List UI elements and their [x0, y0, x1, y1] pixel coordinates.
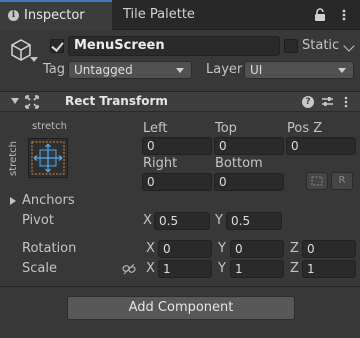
- scale-x-input[interactable]: 1: [158, 260, 212, 278]
- pivot-y-input[interactable]: 0.5: [226, 212, 282, 230]
- tab-inspector[interactable]: i Inspector: [0, 0, 112, 30]
- component-menu-icon[interactable]: [340, 95, 352, 109]
- more-options-icon[interactable]: [337, 8, 351, 22]
- pivot-label: Pivot: [22, 213, 54, 228]
- anchor-vertical-label: stretch: [8, 141, 19, 176]
- layer-dropdown[interactable]: UI: [244, 61, 354, 79]
- constrain-proportions-link-icon[interactable]: [122, 263, 136, 275]
- anchors-foldout-icon[interactable]: [10, 197, 16, 205]
- static-checkbox[interactable]: [284, 39, 298, 53]
- top-label: Top: [215, 121, 237, 136]
- scale-z-label: Z: [290, 261, 299, 276]
- help-icon[interactable]: ?: [302, 96, 314, 108]
- blueprint-mode-button[interactable]: [306, 172, 328, 190]
- add-component-button[interactable]: Add Component: [67, 296, 295, 320]
- rotation-x-input[interactable]: 0: [158, 240, 212, 258]
- chevron-down-icon: [176, 68, 184, 73]
- anchor-horizontal-label: stretch: [32, 121, 67, 132]
- scale-y-label: Y: [218, 261, 226, 276]
- rotation-y-label: Y: [218, 241, 226, 256]
- gameobject-cube-icon[interactable]: [10, 38, 32, 62]
- tab-inspector-label: Inspector: [24, 8, 85, 23]
- right-label: Right: [143, 156, 178, 171]
- rotation-y-input[interactable]: 0: [230, 240, 284, 258]
- layer-value: UI: [250, 63, 263, 77]
- raw-edit-button[interactable]: R: [331, 172, 353, 190]
- foldout-caret-icon[interactable]: [11, 98, 19, 104]
- icon-dropdown-caret[interactable]: [30, 57, 38, 62]
- dashed-rect-icon: [311, 176, 323, 186]
- info-icon: i: [8, 10, 19, 21]
- tag-value: Untagged: [74, 63, 133, 77]
- scale-z-input[interactable]: 1: [302, 260, 356, 278]
- anchors-label[interactable]: Anchors: [22, 193, 75, 208]
- tab-tile-palette[interactable]: Tile Palette: [123, 7, 195, 22]
- anchor-presets-button[interactable]: [28, 138, 68, 178]
- tag-dropdown[interactable]: Untagged: [68, 61, 192, 79]
- preset-sliders-icon[interactable]: [321, 95, 334, 108]
- tag-label: Tag: [43, 62, 66, 77]
- static-label: Static: [302, 38, 340, 53]
- posz-label: Pos Z: [287, 121, 323, 136]
- component-title: Rect Transform: [65, 94, 168, 108]
- bottom-label: Bottom: [215, 156, 263, 171]
- pivot-x-input[interactable]: 0.5: [154, 212, 210, 230]
- scale-x-label: X: [146, 261, 155, 276]
- scale-y-input[interactable]: 1: [230, 260, 284, 278]
- rotation-z-input[interactable]: 0: [302, 240, 356, 258]
- pivot-x-label: X: [143, 213, 152, 228]
- rect-transform-icon: [25, 95, 39, 109]
- bottom-input[interactable]: 0: [214, 173, 284, 191]
- posz-input[interactable]: 0: [286, 137, 356, 155]
- layer-label: Layer: [206, 62, 243, 77]
- lock-icon[interactable]: [314, 8, 326, 22]
- active-checkbox[interactable]: [50, 39, 64, 53]
- object-name-input[interactable]: MenuScreen: [68, 36, 280, 56]
- top-input[interactable]: 0: [214, 137, 284, 155]
- scale-label: Scale: [22, 261, 57, 276]
- left-label: Left: [143, 121, 168, 136]
- chevron-down-icon: [338, 68, 346, 73]
- chevron-down-icon[interactable]: [343, 40, 355, 52]
- divider: [0, 286, 360, 287]
- rotation-label: Rotation: [22, 241, 77, 256]
- left-input[interactable]: 0: [142, 137, 212, 155]
- rotation-z-label: Z: [290, 241, 299, 256]
- pivot-y-label: Y: [215, 213, 223, 228]
- rotation-x-label: X: [146, 241, 155, 256]
- anchor-stretch-icon: [31, 141, 65, 175]
- right-input[interactable]: 0: [142, 173, 212, 191]
